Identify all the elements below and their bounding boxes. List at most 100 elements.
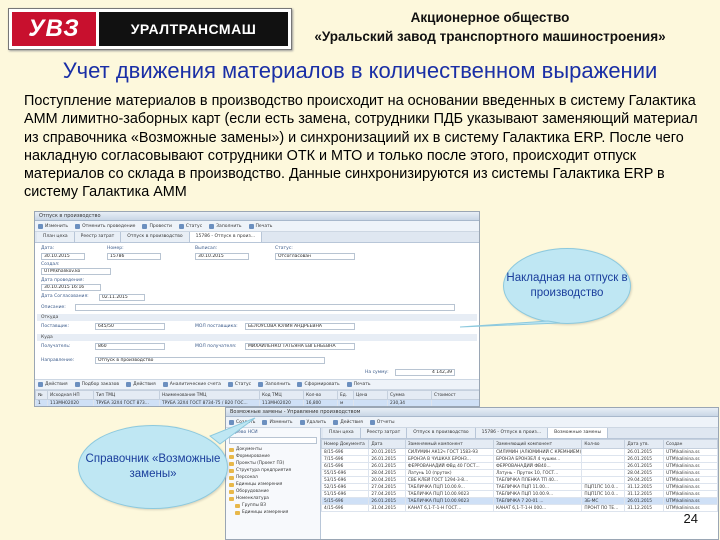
sum-field[interactable]: 4 142,39 bbox=[395, 369, 455, 376]
tab-issue-to-production-2[interactable]: Отпуск в производство bbox=[407, 428, 476, 438]
tab-invoice-15786-2[interactable]: 15786 - Отпуск в произ... bbox=[475, 428, 549, 438]
tab-invoice-15786[interactable]: 15786 - Отпуск в произ... bbox=[189, 232, 263, 242]
from-section-header: Откуда bbox=[37, 314, 477, 321]
column-header[interactable]: Наименование ТМЦ bbox=[159, 390, 260, 400]
table-row[interactable]: 53/15-696 20.04.2015 СВЕ КЛЕЙ ГОСТ 1294-3-… bbox=[321, 476, 718, 484]
column-header[interactable]: Дата bbox=[368, 439, 406, 449]
tab-shop-plan-2[interactable]: План цеха bbox=[323, 428, 361, 438]
table-row[interactable]: 1 113МН02020 ТРУБА 32Х4 ГОСТ 873... ТРУБА 3… bbox=[35, 399, 479, 406]
column-header[interactable]: № bbox=[35, 390, 48, 400]
grid-actions-2-button[interactable]: Действия bbox=[126, 382, 156, 387]
tree-node[interactable]: Номенклатура bbox=[229, 495, 317, 502]
tree-search-input[interactable] bbox=[229, 437, 317, 444]
receiver-field[interactable]: 860 bbox=[95, 343, 165, 350]
table-cell: ТРУБА 32Х4 ГОСТ 873... bbox=[93, 399, 160, 406]
toolbar-post-button[interactable]: Провести bbox=[142, 224, 171, 229]
grid-analytic-accounts-button[interactable]: Аналитические счета bbox=[163, 382, 221, 387]
description-label: Описание: bbox=[41, 305, 66, 310]
toolbar-cancel-post-button[interactable]: Отменить проведение bbox=[75, 224, 135, 229]
column-header[interactable]: Номер Документа bbox=[321, 439, 370, 449]
table-row[interactable]: 5/15-696 26.01.2015 ТАБЛИЧКА ПЦП 10.00.902… bbox=[321, 497, 718, 505]
create-button[interactable]: Создать bbox=[229, 420, 255, 425]
column-header[interactable]: Ед. bbox=[337, 390, 354, 400]
number-field[interactable]: 15786 bbox=[107, 253, 161, 260]
table-row[interactable]: 52/15-696 27.04.2015 ТАБЛИЧКА ПЦП 10.00.9.… bbox=[321, 483, 718, 491]
column-header[interactable]: Создан bbox=[663, 439, 718, 449]
tree-node[interactable]: Единицы измерения bbox=[229, 481, 317, 488]
replacements-workspace: Дерево НСИ Документы Формирование Проекты … bbox=[226, 428, 718, 539]
column-header[interactable]: Стоимост bbox=[431, 390, 479, 400]
company-line-1: Акционерное общество bbox=[410, 10, 570, 25]
grid-status-button[interactable]: Статус bbox=[228, 382, 251, 387]
grid-select-orders-button[interactable]: Подбор заказов bbox=[75, 382, 120, 387]
table-row[interactable]: 4/15-696 31.04.2015 КАНАТ 6,1-Т-1-Н ГОСТ..… bbox=[321, 504, 718, 512]
date-field[interactable]: 30.10.2015 bbox=[41, 253, 85, 260]
created-by-field[interactable]: UTM\khalikov.ko bbox=[41, 268, 111, 275]
reports-button[interactable]: Отчеты bbox=[370, 420, 395, 425]
tab-issue-to-production[interactable]: Отпуск в производство bbox=[121, 232, 190, 242]
table-row[interactable]: 51/15-696 27.04.2015 ТАБЛИЧКА ПЦП 10.00.90… bbox=[321, 490, 718, 498]
edit-button[interactable]: Изменить bbox=[262, 420, 292, 425]
table-cell: 113МН02020 bbox=[259, 399, 304, 406]
replacements-screenshot: Возможные замены - Управление производст… bbox=[225, 407, 719, 540]
toolbar-edit-button[interactable]: Изменить bbox=[38, 224, 68, 229]
grid-actions-button[interactable]: Действия bbox=[38, 382, 68, 387]
table-cell: 113МН02020 bbox=[47, 399, 94, 406]
table-cell: СИЛУМИН АК12ч ГОСТ 1583-93 bbox=[404, 448, 495, 456]
status-field[interactable]: Отсогласован bbox=[275, 253, 355, 260]
tree-node[interactable]: Единицы измерения bbox=[229, 509, 317, 516]
date-agree-field[interactable]: 02.11.2015 bbox=[99, 294, 145, 301]
table-row[interactable]: 8/15-696 20.01.2015 СИЛУМИН АК12ч ГОСТ 158… bbox=[321, 448, 718, 456]
mol-supplier-field[interactable]: БЕЛОУСОВА ЮЛИЯ АНДРЕЕВНА bbox=[245, 323, 355, 330]
supplier-field[interactable]: 645/50 bbox=[95, 323, 165, 330]
tab-cost-register-2[interactable]: Реестр затрат bbox=[360, 428, 408, 438]
column-header[interactable]: Сумма bbox=[387, 390, 432, 400]
window-title-bar: Отпуск в производство bbox=[35, 212, 479, 221]
table-cell: 26.01.2015 bbox=[624, 497, 665, 505]
table-cell: 27.04.2015 bbox=[368, 483, 406, 491]
column-header[interactable]: Кол-во bbox=[303, 390, 338, 400]
tree-node[interactable]: Оборудование bbox=[229, 488, 317, 495]
column-header[interactable]: Тип ТМЦ bbox=[93, 390, 160, 400]
issued-field[interactable]: 30.10.2015 bbox=[195, 253, 249, 260]
column-header[interactable]: Заменяемый компонент bbox=[404, 439, 495, 449]
delete-button[interactable]: Удалить bbox=[300, 420, 327, 425]
toolbar-status-button[interactable]: Статус bbox=[179, 224, 202, 229]
table-cell: 52/15-696 bbox=[321, 483, 370, 491]
table-row[interactable]: 55/15-696 28.04.2015 Латунь 10 (пруток) Лат… bbox=[321, 469, 718, 477]
tree-node[interactable]: Формирование bbox=[229, 453, 317, 460]
tree-node[interactable]: Структура предприятия bbox=[229, 467, 317, 474]
tab-replacements[interactable]: Возможные замены bbox=[548, 428, 609, 438]
table-row[interactable]: 7/15-696 26.01.2015 БРОНЗА В ЧУШКАХ БРОНЗ.… bbox=[321, 455, 718, 463]
table-row[interactable]: 6/15-696 26.01.2015 ФЕРРОВАНАДИЙ ФВд 40 ГО… bbox=[321, 462, 718, 470]
table-cell: ТАБЛИЧКА ПЦП 10.00.9023 bbox=[404, 497, 495, 505]
slide-title: Учет движения материалов в количественно… bbox=[62, 58, 658, 83]
description-field[interactable] bbox=[75, 304, 455, 311]
tree-node[interactable]: Проекты (Проект ПЗ) bbox=[229, 460, 317, 467]
tab-cost-register[interactable]: Реестр затрат bbox=[74, 232, 122, 242]
receiver-label: Получатель: bbox=[41, 344, 71, 349]
tree-node[interactable]: Документы bbox=[229, 446, 317, 453]
column-header[interactable]: Код ТМЦ bbox=[259, 390, 304, 400]
column-header[interactable]: Кол-во bbox=[581, 439, 626, 449]
direction-field[interactable]: Отпуск в производство bbox=[95, 357, 325, 364]
column-header[interactable]: Дата утв. bbox=[624, 439, 665, 449]
tab-shop-plan[interactable]: План цеха bbox=[37, 232, 75, 242]
tree-node[interactable]: Группы ВЗ bbox=[229, 502, 317, 509]
mol-receiver-field[interactable]: МИХАЙЛЕНКО ТАТЬЯНА ЕВГЕНЬЕВНА bbox=[245, 343, 355, 350]
grid-fill-button[interactable]: Заполнить bbox=[258, 382, 290, 387]
column-header[interactable]: Исходная НП bbox=[47, 390, 94, 400]
grid-form-button[interactable]: Сформировать bbox=[297, 382, 339, 387]
column-header[interactable]: Заменяющий компонент bbox=[493, 439, 583, 449]
invoice-callout-text: Накладная на отпуск в производство bbox=[506, 272, 628, 299]
toolbar-fill-button[interactable]: Заполнить bbox=[209, 224, 241, 229]
intro-paragraph: Поступление материалов в производство пр… bbox=[24, 93, 698, 201]
tree-node[interactable]: Персонал bbox=[229, 474, 317, 481]
toolbar-print-button[interactable]: Печать bbox=[249, 224, 273, 229]
grid-print-button[interactable]: Печать bbox=[347, 382, 371, 387]
table-cell: 29.04.2015 bbox=[624, 476, 665, 484]
date-post-field[interactable]: 30.10.2015 16:16 bbox=[41, 284, 101, 291]
actions-button[interactable]: Действия bbox=[333, 420, 363, 425]
column-header[interactable]: Цена bbox=[353, 390, 388, 400]
replacements-table: Номер Документа Дата Заменяемый компонент З… bbox=[321, 439, 718, 512]
